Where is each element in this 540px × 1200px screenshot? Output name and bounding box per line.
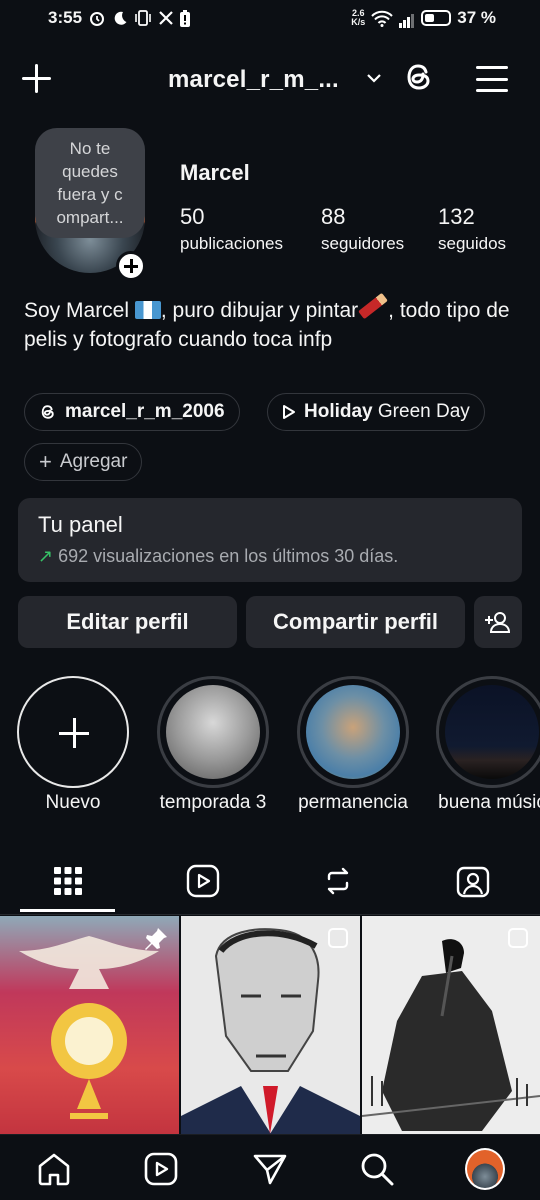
tab-reposts[interactable] [270, 850, 405, 912]
post-artwork [362, 939, 540, 1131]
dashboard-stats: ↗ 692 visualizaciones en los últimos 30 … [38, 546, 399, 566]
bio-text: Soy Marcel , puro dibujar y pintar, todo… [24, 292, 524, 354]
professional-dashboard[interactable]: Tu panel ↗ 692 visualizaciones en los úl… [18, 498, 522, 582]
menu-icon[interactable] [476, 66, 508, 92]
send-icon [253, 1154, 287, 1185]
select-checkbox[interactable] [508, 928, 528, 948]
highlight-item[interactable]: buena músic [436, 676, 540, 814]
music-chip[interactable]: Holiday Green Day [267, 393, 485, 431]
nav-search[interactable] [357, 1149, 397, 1189]
search-icon [361, 1153, 394, 1186]
select-checkbox[interactable] [328, 928, 348, 948]
profile-name: Marcel [180, 160, 250, 185]
threads-icon[interactable] [402, 60, 436, 94]
tab-tagged[interactable] [405, 850, 540, 912]
status-bar: 3:55 2.6 K/s 37 % [0, 0, 540, 36]
pencil-icon [358, 292, 389, 320]
threads-chip[interactable]: marcel_r_m_2006 [24, 393, 240, 431]
reels-icon [186, 864, 219, 898]
tab-grid[interactable] [0, 850, 135, 912]
wifi-icon [371, 10, 393, 27]
highlight-item[interactable]: permanencia [297, 676, 409, 814]
pin-icon [145, 928, 167, 950]
highlight-item[interactable]: temporada 3 [157, 676, 269, 814]
home-icon [38, 1153, 70, 1186]
avatar [465, 1148, 505, 1190]
plus-icon[interactable] [20, 62, 52, 94]
nav-home[interactable] [34, 1149, 74, 1189]
bottom-nav [0, 1134, 540, 1200]
post-thumbnail[interactable] [362, 916, 540, 1134]
trend-up-icon: ↗ [38, 546, 54, 566]
post-artwork [181, 928, 360, 1134]
tab-reels[interactable] [135, 850, 270, 912]
post-thumbnail[interactable] [0, 916, 179, 1134]
content-tabs [0, 850, 540, 916]
nav-profile[interactable] [465, 1148, 505, 1190]
dashboard-title: Tu panel [38, 512, 123, 537]
reels-icon [144, 1152, 178, 1186]
clock: 3:55 [48, 8, 83, 27]
chevron-down-icon[interactable] [366, 70, 382, 86]
battery-percent: 37 % [457, 8, 496, 27]
add-story-icon[interactable] [116, 251, 146, 281]
note-bubble[interactable]: No te quedes fuera y c ompart... [35, 128, 145, 238]
play-icon [283, 405, 295, 419]
x-icon [159, 11, 173, 25]
network-speed: 2.6 K/s [351, 8, 366, 27]
tagged-icon [456, 866, 489, 898]
share-profile-button[interactable]: Compartir perfil [246, 596, 465, 648]
username-switcher[interactable]: marcel_r_m_... [168, 66, 339, 94]
profile-avatar-block[interactable]: No te quedes fuera y c ompart... [35, 128, 146, 281]
add-person-icon [485, 612, 511, 633]
threads-icon [41, 405, 54, 419]
vibrate-icon [135, 10, 151, 26]
stat-followers[interactable]: 88 seguidores [321, 204, 404, 254]
stat-following[interactable]: 132 seguidos [438, 204, 506, 254]
edit-profile-button[interactable]: Editar perfil [18, 596, 237, 648]
highlight-new[interactable]: Nuevo [17, 676, 129, 814]
alarm-icon [90, 12, 105, 26]
nav-reels[interactable] [141, 1149, 181, 1189]
profile-header: marcel_r_m_... [0, 56, 540, 104]
stat-posts[interactable]: 50 publicaciones [180, 204, 283, 254]
plus-icon: + [39, 449, 52, 474]
signal-icon [399, 8, 415, 28]
battery-alert-icon [180, 9, 191, 27]
grid-icon [53, 867, 82, 895]
battery-icon [421, 10, 452, 26]
moon-icon [114, 11, 127, 25]
discover-people-button[interactable] [474, 596, 522, 648]
guatemala-flag-icon [134, 301, 161, 319]
post-thumbnail[interactable] [181, 916, 360, 1134]
plus-icon [17, 676, 129, 788]
nav-direct[interactable] [250, 1149, 290, 1189]
reposts-icon [327, 867, 348, 895]
add-link-chip[interactable]: + Agregar [24, 443, 143, 481]
